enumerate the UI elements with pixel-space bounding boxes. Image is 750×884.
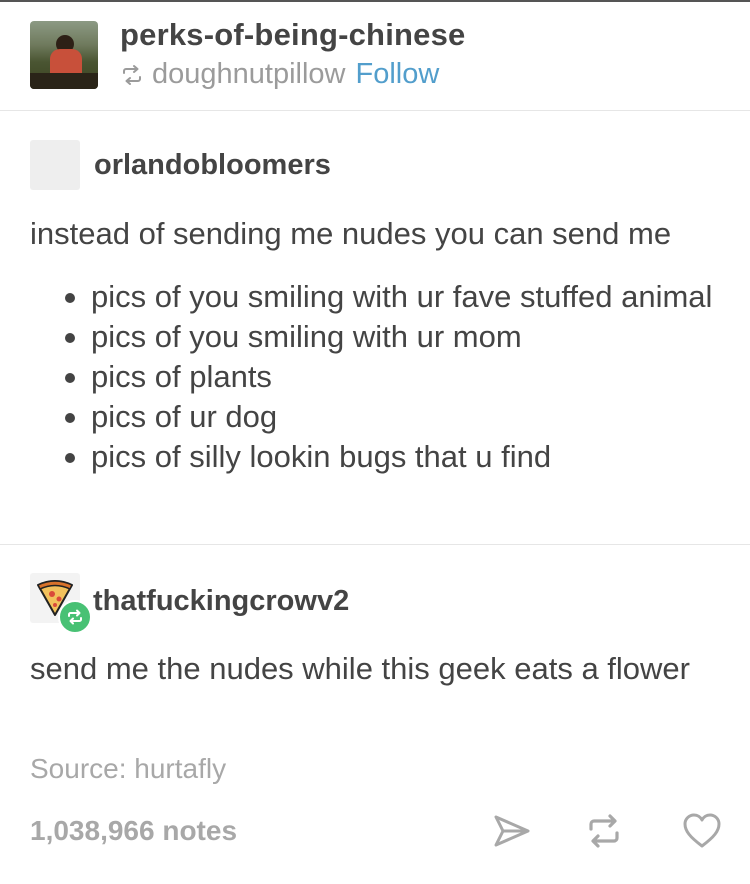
bullet-list: pics of you smiling with ur fave stuffed… xyxy=(55,277,715,477)
source-link[interactable]: Source: hurtafly xyxy=(30,753,226,785)
notes-count[interactable]: 1,038,966 notes xyxy=(30,815,237,847)
reblog-entry-2: thatfuckingcrowv2 send me the nudes whil… xyxy=(0,545,750,884)
avatar-photo-table xyxy=(30,73,98,89)
blog-avatar[interactable] xyxy=(30,21,98,89)
post-body-text: send me the nudes while this geek eats a… xyxy=(30,651,690,686)
reblog-badge-icon xyxy=(58,600,92,634)
reblog-small-icon xyxy=(123,64,141,85)
reblog-icon[interactable] xyxy=(584,811,624,851)
reblog-entry-1: orlandobloomers instead of sending me nu… xyxy=(0,111,750,545)
heart-icon[interactable] xyxy=(682,811,722,851)
reblogged-from-name[interactable]: doughnutpillow xyxy=(152,58,345,91)
share-icon[interactable] xyxy=(492,811,532,851)
follow-button[interactable]: Follow xyxy=(355,58,439,91)
post-header: perks-of-being-chinese doughnutpillow Fo… xyxy=(0,2,750,111)
reblogged-from-line: doughnutpillow Follow xyxy=(120,58,439,91)
post-body-text: instead of sending me nudes you can send… xyxy=(30,216,672,251)
list-item: pics of silly lookin bugs that u find xyxy=(55,437,715,477)
blog-name[interactable]: perks-of-being-chinese xyxy=(120,17,465,53)
list-item: pics of you smiling with ur mom xyxy=(55,317,715,357)
post-username[interactable]: thatfuckingcrowv2 xyxy=(93,585,349,618)
user-avatar[interactable] xyxy=(30,140,80,190)
post-username[interactable]: orlandobloomers xyxy=(94,149,331,182)
list-item: pics of you smiling with ur fave stuffed… xyxy=(55,277,715,317)
list-item: pics of ur dog xyxy=(55,397,715,437)
list-item: pics of plants xyxy=(55,357,715,397)
